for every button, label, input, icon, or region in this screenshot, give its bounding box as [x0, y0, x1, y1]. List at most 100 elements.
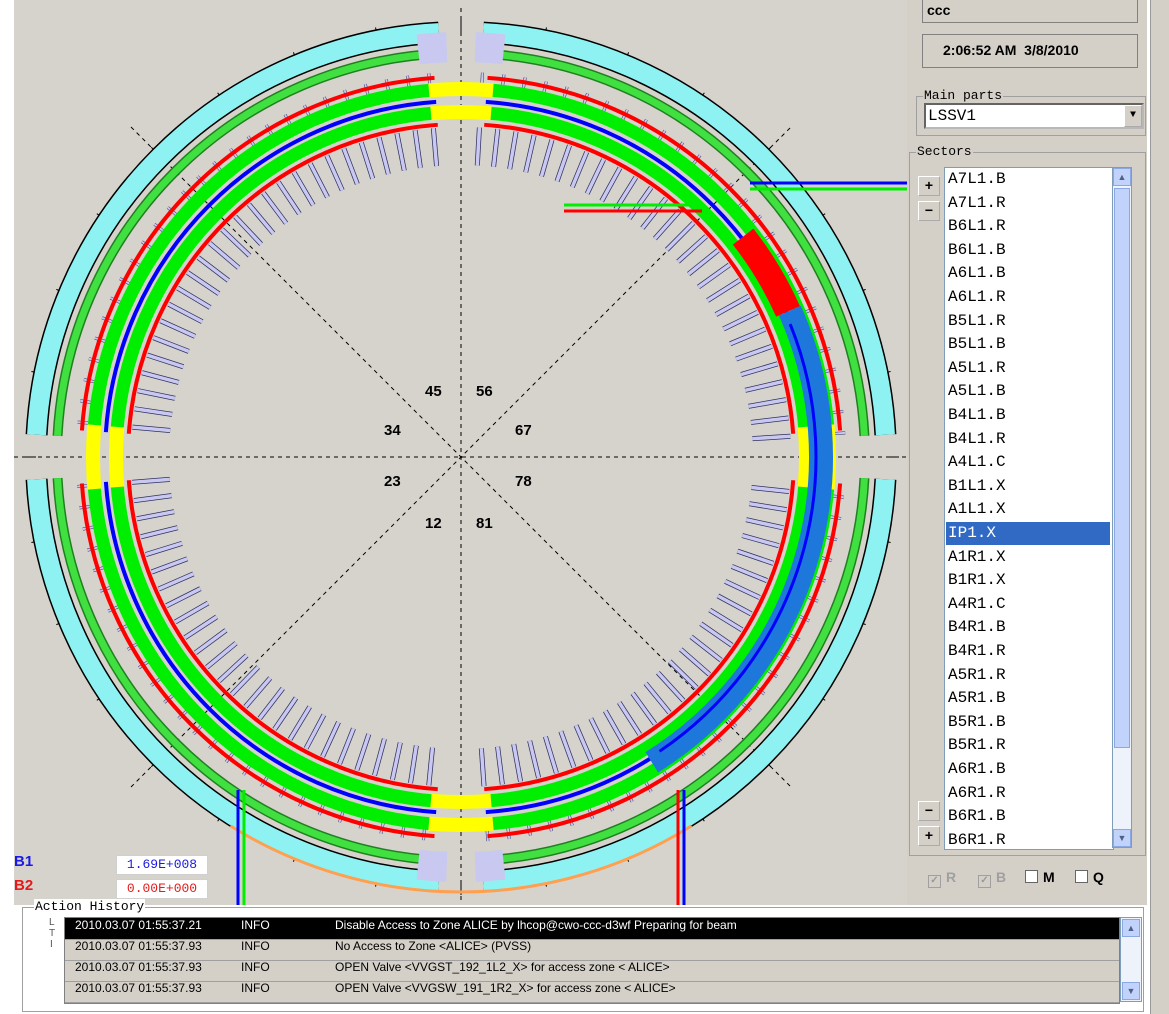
sector-item[interactable]: IP1.X	[946, 522, 1110, 545]
magnet-comb[interactable]	[679, 648, 711, 676]
magnet-comb[interactable]	[745, 517, 784, 530]
sector-item[interactable]: B5L1.R	[946, 310, 1110, 333]
magnet-comb[interactable]	[735, 344, 773, 361]
history-scroll-up-icon[interactable]: ▲	[1122, 919, 1140, 937]
sector-item[interactable]: A5L1.B	[946, 380, 1110, 403]
checkbox-b[interactable]: ✓ B	[978, 868, 1006, 888]
gap-block[interactable]	[416, 849, 448, 882]
sector-item[interactable]: B5R1.B	[946, 711, 1110, 734]
magnet-comb[interactable]	[157, 572, 195, 591]
magnet-comb[interactable]	[165, 587, 202, 608]
sector-item[interactable]: A4L1.C	[946, 451, 1110, 474]
magnet-comb[interactable]	[491, 128, 500, 168]
magnet-comb[interactable]	[167, 302, 204, 324]
magnet-comb[interactable]	[217, 654, 248, 683]
magnet-comb[interactable]	[687, 248, 720, 276]
sector-item[interactable]: B5L1.B	[946, 333, 1110, 356]
magnet-comb[interactable]	[665, 221, 695, 252]
magnet-comb[interactable]	[603, 710, 626, 745]
magnet-comb[interactable]	[668, 660, 699, 690]
magnet-comb[interactable]	[706, 278, 741, 303]
magnet-comb[interactable]	[320, 721, 341, 758]
magnet-comb[interactable]	[146, 353, 184, 369]
sector-item[interactable]: A7L1.R	[946, 192, 1110, 215]
magnet-comb[interactable]	[736, 549, 774, 566]
checkbox-q-box[interactable]	[1075, 870, 1088, 883]
chevron-down-icon[interactable]: ▼	[1124, 105, 1142, 127]
magnet-comb[interactable]	[390, 742, 403, 781]
sector-item[interactable]: A6R1.R	[946, 782, 1110, 805]
sector-item[interactable]: B6R1.R	[946, 829, 1110, 849]
magnet-comb[interactable]	[395, 132, 407, 171]
magnet-comb[interactable]	[751, 485, 790, 494]
magnet-comb[interactable]	[744, 379, 783, 393]
magnet-comb[interactable]	[722, 310, 759, 331]
magnet-comb[interactable]	[717, 594, 753, 616]
action-history-list[interactable]: 2010.03.07 01:55:37.21 INFO Disable Access…	[64, 917, 1120, 1004]
sector-item[interactable]: B6L1.R	[946, 215, 1110, 238]
magnet-comb[interactable]	[186, 271, 220, 296]
magnet-comb[interactable]	[523, 134, 536, 173]
sector-item[interactable]: A1L1.X	[946, 498, 1110, 521]
magnet-comb[interactable]	[631, 692, 657, 726]
magnet-comb[interactable]	[220, 228, 251, 257]
magnet-comb[interactable]	[555, 144, 572, 182]
zoom-out-bottom-button[interactable]: −	[918, 801, 940, 821]
magnet-comb[interactable]	[752, 434, 791, 441]
magnet-comb[interactable]	[176, 286, 212, 309]
sector-item[interactable]: A6R1.B	[946, 758, 1110, 781]
interaction-region[interactable]	[428, 82, 494, 98]
gap-block[interactable]	[474, 849, 506, 882]
sectors-list[interactable]: A7L1.B A7L1.R B6L1.R B6L1.B A6L1.B A6L1.R B5L1…	[944, 167, 1114, 850]
interaction-region[interactable]	[428, 816, 494, 832]
magnet-comb[interactable]	[276, 181, 301, 215]
magnet-comb[interactable]	[288, 705, 312, 741]
magnet-comb[interactable]	[141, 371, 180, 385]
magnet-comb[interactable]	[359, 141, 375, 180]
vacuum-synoptic-view[interactable]: 45 56 34 67 23 78 12 81 B1 1.69E+008 B2 0.00E+0…	[14, 0, 907, 905]
zoom-in-top-button[interactable]: +	[918, 176, 940, 196]
interaction-region[interactable]	[86, 424, 102, 490]
magnet-comb[interactable]	[355, 733, 371, 771]
interaction-region-inner[interactable]	[430, 793, 492, 809]
zoom-in-bottom-button[interactable]: +	[918, 826, 940, 846]
magnet-comb[interactable]	[159, 319, 196, 338]
magnet-comb[interactable]	[247, 203, 275, 235]
scroll-up-icon[interactable]: ▲	[1113, 168, 1131, 186]
magnet-comb[interactable]	[724, 579, 761, 600]
magnet-comb[interactable]	[273, 696, 298, 731]
checkbox-q[interactable]: Q	[1075, 868, 1104, 886]
magnet-comb[interactable]	[325, 154, 344, 191]
magnet-comb[interactable]	[197, 256, 230, 282]
sector-item[interactable]: B4R1.R	[946, 640, 1110, 663]
magnet-comb[interactable]	[641, 197, 668, 230]
interaction-region-inner[interactable]	[109, 426, 125, 488]
sector-item[interactable]: A5R1.B	[946, 687, 1110, 710]
sector-item[interactable]: A1R1.X	[946, 546, 1110, 569]
magnet-comb[interactable]	[377, 136, 391, 175]
window-scroll-strip[interactable]	[1150, 0, 1169, 1014]
magnet-comb[interactable]	[559, 730, 576, 768]
magnet-comb[interactable]	[140, 525, 179, 539]
magnet-comb[interactable]	[183, 615, 218, 640]
history-row[interactable]: 2010.03.07 01:55:37.93 INFO OPEN Valve <VV…	[65, 960, 1119, 982]
magnet-comb[interactable]	[244, 676, 272, 708]
magnet-comb[interactable]	[308, 162, 330, 199]
magnet-comb[interactable]	[627, 186, 653, 220]
magnet-comb[interactable]	[304, 713, 326, 750]
history-scrollbar[interactable]: ▲ ▼	[1120, 917, 1142, 1002]
magnet-comb[interactable]	[731, 564, 768, 583]
scroll-thumb[interactable]	[1114, 188, 1130, 748]
sector-item[interactable]: A5R1.R	[946, 664, 1110, 687]
magnet-comb[interactable]	[475, 127, 482, 166]
magnet-comb[interactable]	[427, 747, 435, 786]
magnet-comb[interactable]	[495, 746, 505, 785]
magnet-comb[interactable]	[715, 294, 750, 317]
magnet-comb[interactable]	[690, 635, 723, 662]
magnet-comb[interactable]	[133, 493, 172, 503]
magnet-comb[interactable]	[617, 701, 642, 736]
magnet-comb[interactable]	[208, 241, 240, 270]
checkbox-r-box[interactable]: ✓	[928, 875, 941, 888]
checkbox-r[interactable]: ✓ R	[928, 868, 956, 888]
magnet-comb[interactable]	[600, 166, 622, 202]
